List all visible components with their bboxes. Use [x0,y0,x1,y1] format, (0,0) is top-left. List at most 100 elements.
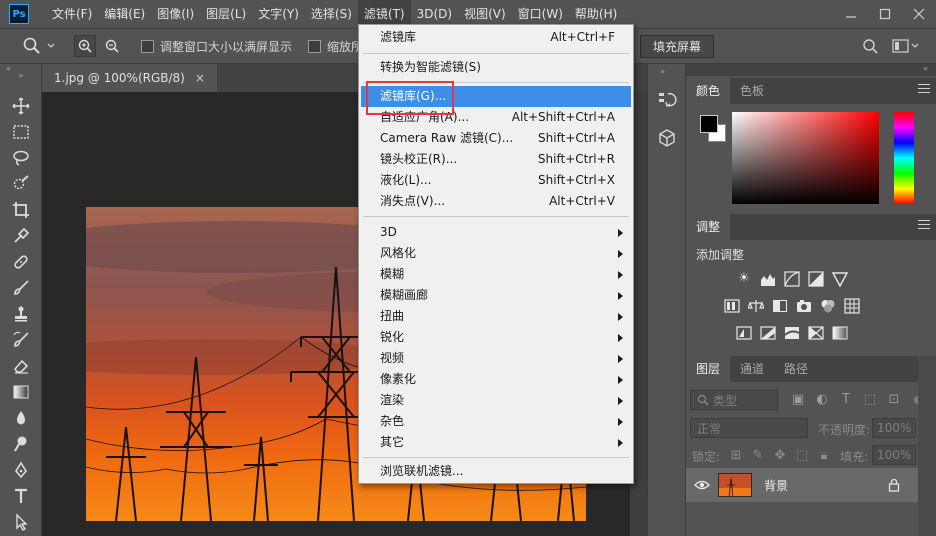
history-brush-tool-icon[interactable] [9,329,33,351]
menu-item-blur-gallery[interactable]: 模糊画廊 [361,285,631,306]
posterize-icon[interactable] [760,325,776,341]
zoom-all-option[interactable]: 缩放所 [308,29,363,63]
color-balance-icon[interactable] [747,298,765,314]
exposure-icon[interactable] [808,271,824,287]
fill-input[interactable]: 100% [872,445,916,465]
threshold-icon[interactable] [784,325,800,341]
color-lookup-icon[interactable] [844,298,860,314]
menu-edit[interactable]: 编辑(E) [98,0,151,28]
color-picker-field[interactable] [732,112,879,204]
history-panel-icon[interactable] [657,90,677,110]
hue-slider[interactable] [894,112,914,204]
foreground-color-swatch[interactable] [700,115,718,133]
menu-item-blur[interactable]: 模糊 [361,264,631,285]
layer-row[interactable]: 背景 [686,468,936,502]
3d-panel-icon[interactable] [657,128,677,148]
tab-swatches[interactable]: 色板 [730,78,774,104]
levels-icon[interactable] [760,271,776,287]
blend-mode-select[interactable]: 正常 [690,418,808,438]
lock-image-pixels-icon[interactable]: ✎ [750,448,766,464]
close-tab-icon[interactable]: × [195,71,205,85]
menu-item-browse-filters-online[interactable]: 浏览联机滤镜... [361,461,631,482]
eyedropper-tool-icon[interactable] [9,225,33,247]
lock-all-icon[interactable]: 🔒︎ [816,448,832,464]
menu-type[interactable]: 文字(Y) [252,0,305,28]
lock-artboard-icon[interactable]: ⬚ [794,448,810,464]
pen-tool-icon[interactable] [9,459,33,481]
menu-file[interactable]: 文件(F) [46,0,98,28]
tab-adjustments[interactable]: 调整 [686,214,731,240]
black-white-icon[interactable] [772,298,788,314]
type-tool-icon[interactable] [9,485,33,507]
filter-pixel-layers-icon[interactable]: ▣ [790,392,806,408]
path-selection-tool-icon[interactable] [9,511,33,533]
zoom-out-button[interactable] [101,35,123,57]
tab-paths[interactable]: 路径 [774,356,818,382]
blur-tool-icon[interactable] [9,407,33,429]
workspace-switcher-icon[interactable] [892,29,920,63]
zoom-all-checkbox[interactable] [308,39,321,53]
tab-layers[interactable]: 图层 [686,356,731,382]
resize-windows-checkbox[interactable] [141,39,154,53]
search-icon[interactable] [862,29,878,63]
quick-selection-tool-icon[interactable] [9,173,33,195]
collapse-arrows-icon[interactable]: « [6,64,11,73]
lock-position-icon[interactable]: ✥ [772,448,788,464]
minimize-icon[interactable] [834,0,868,28]
menu-item-adaptive-wide-angle[interactable]: 自适应广角(A)... Alt+Shift+Ctrl+A [361,107,631,128]
menu-item-pixelate[interactable]: 像素化 [361,369,631,390]
tab-channels[interactable]: 通道 [730,356,774,382]
brightness-contrast-icon[interactable]: ☀ [736,271,752,287]
photo-filter-icon[interactable] [796,298,812,314]
clone-stamp-tool-icon[interactable] [9,303,33,325]
menu-item-video[interactable]: 视频 [361,348,631,369]
tab-color[interactable]: 颜色 [686,78,731,104]
menu-item-lens-correction[interactable]: 镜头校正(R)... Shift+Ctrl+R [361,149,631,170]
eye-visibility-icon[interactable] [694,479,710,494]
collapse-arrows-icon[interactable]: « [923,64,928,73]
gradient-tool-icon[interactable] [9,381,33,403]
curves-icon[interactable] [784,271,800,287]
collapse-arrows-icon[interactable]: » [660,67,665,76]
menu-item-noise[interactable]: 杂色 [361,411,631,432]
menu-item-filter-gallery[interactable]: 滤镜库(G)... [361,86,631,107]
lock-transparent-pixels-icon[interactable]: ⊞ [728,448,744,464]
panel-menu-icon[interactable] [918,220,930,232]
invert-icon[interactable] [736,325,752,341]
menu-item-convert-smart-filters[interactable]: 转换为智能滤镜(S) [361,57,631,78]
filter-adjustment-layers-icon[interactable]: ◐ [814,392,830,408]
menu-item-stylize[interactable]: 风格化 [361,243,631,264]
close-icon[interactable] [902,0,936,28]
marquee-tool-icon[interactable] [9,121,33,143]
eraser-tool-icon[interactable] [9,355,33,377]
collapse-arrows-icon[interactable]: » [9,70,33,80]
menu-image[interactable]: 图像(I) [151,0,200,28]
layer-filter-kind[interactable]: 类型 [690,390,778,410]
filter-type-layers-icon[interactable]: T [838,392,854,408]
maximize-icon[interactable] [868,0,902,28]
brush-tool-icon[interactable] [9,277,33,299]
menu-item-other[interactable]: 其它 [361,432,631,453]
crop-tool-icon[interactable] [9,199,33,221]
menu-layer[interactable]: 图层(L) [200,0,252,28]
lasso-tool-icon[interactable] [9,147,33,169]
vibrance-icon[interactable] [831,271,849,288]
menu-item-sharpen[interactable]: 锐化 [361,327,631,348]
selective-color-icon[interactable] [808,325,824,341]
menu-item-distort[interactable]: 扭曲 [361,306,631,327]
filter-smart-objects-icon[interactable]: ⊡ [886,392,902,408]
menu-item-camera-raw-filter[interactable]: Camera Raw 滤镜(C)... Shift+Ctrl+A [361,128,631,149]
hue-saturation-icon[interactable] [724,298,740,314]
opacity-input[interactable]: 100% [872,418,916,438]
resize-windows-option[interactable]: 调整窗口大小以满屏显示 [141,29,292,63]
menu-item-3d[interactable]: 3D [361,222,631,243]
menu-item-liquify[interactable]: 液化(L)... Shift+Ctrl+X [361,170,631,191]
healing-brush-tool-icon[interactable] [9,251,33,273]
dodge-tool-icon[interactable] [9,433,33,455]
filter-shape-layers-icon[interactable]: ⬚ [862,392,878,408]
gradient-map-icon[interactable] [832,325,848,341]
menu-item-last-filter[interactable]: 滤镜库 Alt+Ctrl+F [361,27,631,48]
menu-item-render[interactable]: 渲染 [361,390,631,411]
channel-mixer-icon[interactable] [820,298,836,314]
fill-screen-button[interactable]: 填充屏幕 [640,34,715,58]
